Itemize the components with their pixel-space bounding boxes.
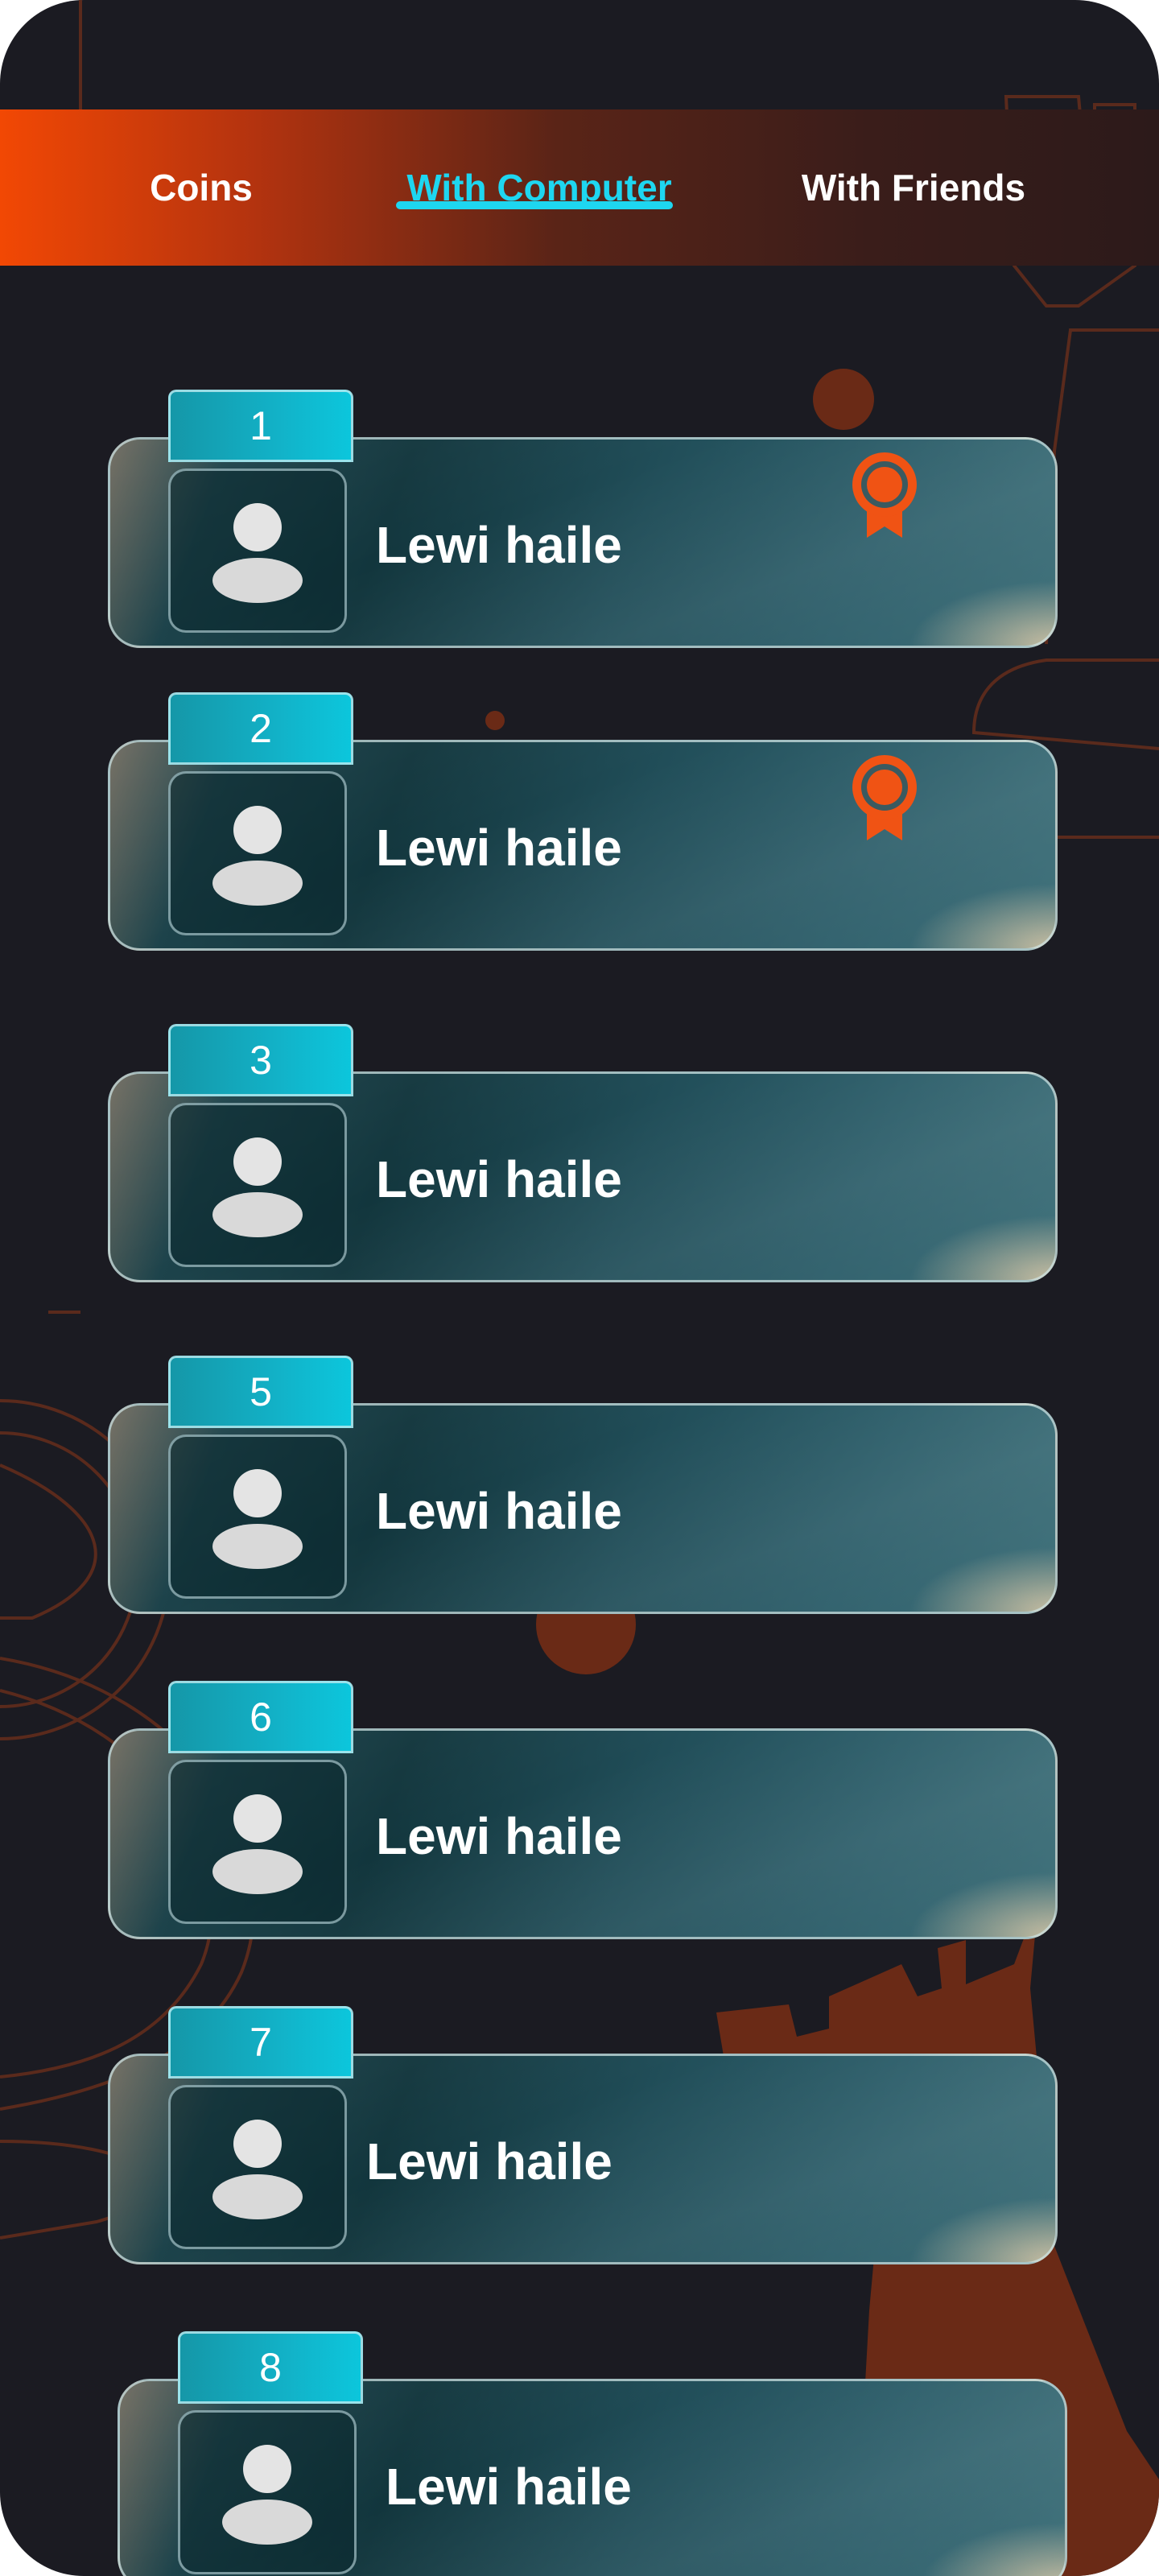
award-medal-icon [852,452,917,538]
user-avatar-icon [222,2445,312,2545]
user-avatar-icon [212,806,303,906]
leaderboard-card[interactable]: 5 Lewi haile [108,1356,1058,1614]
player-name: Lewi haile [376,1807,622,1865]
tab-with-friends[interactable]: With Friends [773,109,1054,266]
player-name: Lewi haile [386,2458,632,2516]
player-name: Lewi haile [366,2132,612,2190]
avatar [178,2410,357,2574]
rank-badge: 1 [168,390,353,462]
player-name: Lewi haile [376,819,622,877]
avatar [168,1103,347,1267]
active-tab-indicator [396,201,673,209]
leaderboard-card[interactable]: 1 Lewi haile [108,390,1058,648]
avatar [168,2085,347,2249]
avatar [168,1435,347,1599]
rank-badge: 8 [178,2331,363,2404]
user-avatar-icon [212,2120,303,2219]
rank-badge: 3 [168,1024,353,1096]
leaderboard-card[interactable]: 2 Lewi haile [108,692,1058,951]
rank-badge: 2 [168,692,353,765]
user-avatar-icon [212,1137,303,1237]
user-avatar-icon [212,503,303,603]
leaderboard-card[interactable]: 3 Lewi haile [108,1024,1058,1282]
tab-with-computer[interactable]: With Computer [378,109,700,266]
leaderboard-card[interactable]: 6 Lewi haile [108,1681,1058,1939]
user-avatar-icon [212,1794,303,1894]
avatar [168,1760,347,1924]
tab-bar: Coins With Computer With Friends [0,109,1159,266]
avatar [168,771,347,935]
player-name: Lewi haile [376,1150,622,1208]
leaderboard-card[interactable]: 8 Lewi haile [118,2331,1067,2576]
rank-badge: 5 [168,1356,353,1428]
user-avatar-icon [212,1469,303,1569]
rank-badge: 6 [168,1681,353,1753]
tab-coins[interactable]: Coins [105,109,298,266]
rank-badge: 7 [168,2006,353,2079]
award-medal-icon [852,755,917,840]
player-name: Lewi haile [376,516,622,574]
leaderboard-screen: Coins With Computer With Friends 1 Lewi … [0,0,1159,2576]
leaderboard-card[interactable]: 7 Lewi haile [108,2006,1058,2264]
avatar [168,469,347,633]
player-name: Lewi haile [376,1482,622,1540]
